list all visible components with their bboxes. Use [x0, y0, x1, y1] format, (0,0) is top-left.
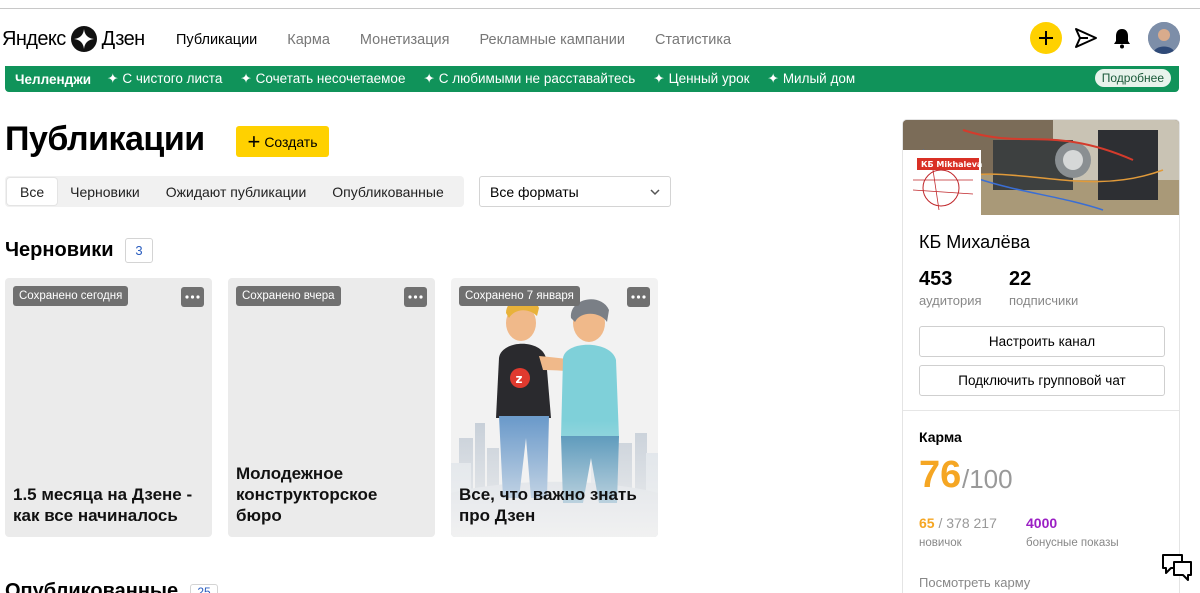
rank-label: новичок: [919, 537, 962, 549]
group-chat-button[interactable]: Подключить групповой чат: [919, 365, 1165, 396]
drafts-count-badge[interactable]: 3: [125, 238, 153, 263]
karma-max: /100: [962, 464, 1013, 494]
draft-card[interactable]: z Сохранено 7 января Все, что важно знат…: [451, 278, 658, 537]
publication-tabs: Все Черновики Ожидают публикации Опублик…: [5, 176, 464, 207]
challenge-item[interactable]: ✦ Милый дом: [768, 71, 856, 87]
challenge-item[interactable]: ✦ Ценный урок: [653, 71, 749, 87]
audience-value: 453: [919, 268, 953, 290]
logo[interactable]: Яндекс Дзен: [2, 26, 145, 52]
more-dots-icon: [185, 295, 200, 299]
send-icon: [1075, 28, 1097, 48]
rank-value: 65: [919, 515, 935, 531]
draft-card[interactable]: Сохранено сегодня 1.5 месяца на Дзене - …: [5, 278, 212, 537]
channel-name[interactable]: КБ Михалёва: [919, 232, 1030, 253]
more-menu-button[interactable]: [404, 287, 427, 307]
format-select[interactable]: Все форматы: [479, 176, 671, 207]
bonus-label: бонусные показы: [1026, 537, 1119, 549]
nav-publications[interactable]: Публикации: [176, 32, 257, 48]
header: Яндекс Дзен Публикации Карма Монетизация…: [0, 10, 1200, 68]
saved-chip: Сохранено сегодня: [13, 286, 129, 306]
chat-icon: [1162, 554, 1192, 581]
subscribers-value: 22: [1009, 268, 1032, 290]
sparkle-icon: ✦: [107, 71, 119, 86]
chat-button[interactable]: [1160, 552, 1194, 582]
challenges-title: Челленджи: [15, 71, 92, 87]
saved-chip: Сохранено 7 января: [459, 286, 580, 306]
more-dots-icon: [631, 295, 646, 299]
tab-published[interactable]: Опубликованные: [319, 178, 456, 205]
draft-title: 1.5 месяца на Дзене - как все начиналось: [13, 485, 193, 525]
more-dots-icon: [408, 295, 423, 299]
challenge-item[interactable]: ✦ Сочетать несочетаемое: [240, 71, 405, 87]
draft-card[interactable]: Сохранено вчера Молодежное конструкторск…: [228, 278, 435, 537]
rank-block: 65 / 378 217 новичок: [919, 515, 997, 549]
logo-zen-text: Дзен: [101, 27, 146, 50]
bonus-value: 4000: [1026, 515, 1058, 531]
sparkle-icon: ✦: [423, 71, 435, 86]
zen-logo-icon: [70, 26, 97, 52]
karma-value: 76: [919, 454, 962, 496]
published-count-badge[interactable]: 25: [190, 584, 218, 593]
nav-monetization[interactable]: Монетизация: [360, 32, 450, 48]
drafts-heading: Черновики: [5, 239, 114, 261]
send-button[interactable]: [1072, 24, 1100, 52]
top-nav: Публикации Карма Монетизация Рекламные к…: [176, 32, 761, 48]
draft-title: Молодежное конструкторское бюро: [236, 464, 378, 525]
saved-chip: Сохранено вчера: [236, 286, 341, 306]
audience-stat: 453 аудитория: [919, 268, 982, 308]
audience-label: аудитория: [919, 293, 982, 308]
sparkle-icon: ✦: [767, 71, 779, 86]
channel-cover[interactable]: КБ Mikhaleva: [903, 120, 1179, 215]
published-heading: Опубликованные: [5, 580, 179, 593]
bonus-block: 4000 бонусные показы: [1026, 515, 1119, 549]
more-menu-button[interactable]: [181, 287, 204, 307]
sparkle-icon: ✦: [240, 71, 252, 86]
chevron-down-icon: [650, 189, 660, 196]
notifications-button[interactable]: [1108, 24, 1136, 52]
plus-icon: +: [247, 128, 261, 154]
subscribers-label: подписчики: [1009, 293, 1079, 308]
create-plus-button[interactable]: [1030, 22, 1062, 54]
draft-title: Все, что важно знать про Дзен: [459, 485, 637, 525]
page-title: Публикации: [5, 120, 205, 158]
more-menu-button[interactable]: [627, 287, 650, 307]
sparkle-icon: ✦: [653, 71, 665, 86]
more-button[interactable]: Подробнее: [1094, 69, 1171, 87]
rank-total: / 378 217: [934, 515, 997, 531]
challenge-item[interactable]: ✦ С любимыми не расставайтесь: [423, 71, 635, 87]
create-button[interactable]: + Создать: [236, 126, 329, 157]
nav-karma[interactable]: Карма: [287, 32, 330, 48]
tab-all[interactable]: Все: [7, 178, 58, 205]
challenge-item[interactable]: ✦ С чистого листа: [107, 71, 222, 87]
user-avatar[interactable]: [1148, 22, 1180, 54]
configure-channel-button[interactable]: Настроить канал: [919, 326, 1165, 357]
header-actions: [1030, 22, 1180, 54]
challenges-banner: Челленджи ✦ С чистого листа ✦ Сочетать нес…: [5, 66, 1179, 92]
view-karma-link[interactable]: Посмотреть карму: [919, 575, 1030, 590]
channel-panel: КБ Mikhaleva КБ Михалёва 453 аудитория 2…: [902, 119, 1180, 593]
tab-drafts[interactable]: Черновики: [57, 178, 153, 205]
nav-statistics[interactable]: Статистика: [655, 32, 731, 48]
tab-pending[interactable]: Ожидают публикации: [153, 178, 320, 205]
plus-icon: [1039, 31, 1053, 45]
panel-divider: [903, 410, 1179, 411]
nav-ad-campaigns[interactable]: Рекламные кампании: [480, 32, 625, 48]
top-border: [0, 8, 1200, 9]
cover-label: КБ Mikhaleva: [921, 160, 982, 169]
subscribers-stat: 22 подписчики: [1009, 268, 1078, 308]
cover-image: КБ Mikhaleva: [903, 120, 1179, 215]
logo-yandex-text: Яндекс: [2, 27, 66, 50]
bell-icon: [1114, 29, 1130, 49]
karma-title: Карма: [919, 429, 962, 445]
